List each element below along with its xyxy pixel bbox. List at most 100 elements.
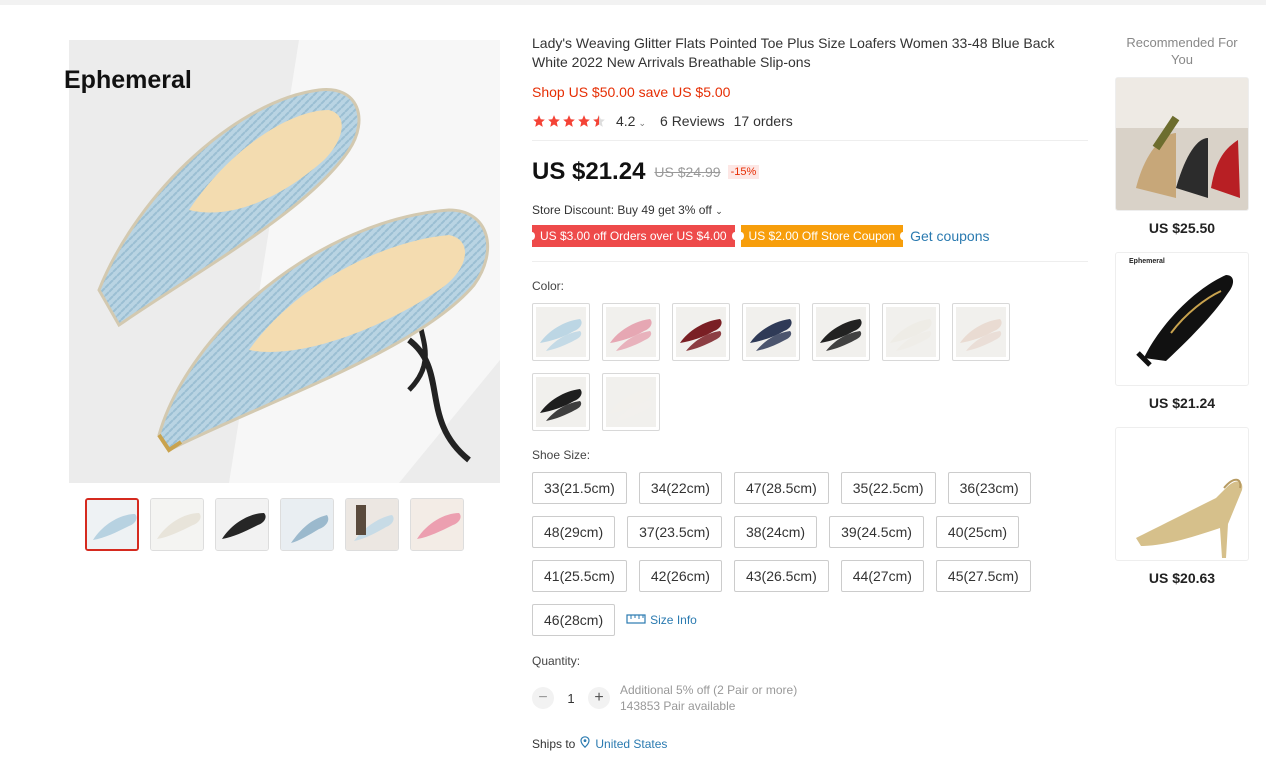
coupon-store[interactable]: US $2.00 Off Store Coupon	[737, 225, 906, 247]
thumbnail-5[interactable]	[345, 498, 399, 551]
rating-row: 4.2 ⌄ 6 Reviews 17 orders	[532, 112, 1088, 130]
star-icon	[562, 114, 576, 128]
color-swatch-image	[746, 307, 796, 357]
color-swatch-image	[886, 307, 936, 357]
size-option[interactable]: 39(24.5cm)	[829, 516, 924, 548]
thumbnail-4[interactable]	[280, 498, 334, 551]
size-option[interactable]: 38(24cm)	[733, 516, 818, 548]
bulk-discount-text: Additional 5% off (2 Pair or more)	[620, 683, 798, 697]
size-option[interactable]: 47(28.5cm)	[733, 472, 829, 504]
size-option[interactable]: 37(23.5cm)	[627, 516, 722, 548]
rating-number: 4.2	[616, 113, 636, 129]
size-option[interactable]: 40(25cm)	[935, 516, 1020, 548]
star-icon	[532, 114, 546, 128]
reviews-link[interactable]: 6 Reviews	[660, 113, 725, 129]
color-swatch[interactable]	[602, 373, 660, 431]
store-discount-text: Store Discount: Buy 49 get 3% off	[532, 203, 712, 217]
recommended-item-price: US $20.63	[1148, 570, 1216, 586]
color-swatch-image	[606, 377, 656, 427]
size-option[interactable]: 41(25.5cm)	[532, 560, 627, 592]
coupon-row: US $3.00 off Orders over US $4.00 US $2.…	[529, 225, 1088, 247]
color-swatch[interactable]	[742, 303, 800, 361]
color-swatch-image	[676, 307, 726, 357]
color-swatch[interactable]	[882, 303, 940, 361]
size-option[interactable]: 45(27.5cm)	[935, 560, 1031, 592]
decrease-quantity-button[interactable]: −	[532, 687, 554, 709]
size-option[interactable]: 48(29cm)	[532, 516, 616, 548]
size-options: 33(21.5cm) 34(22cm) 47(28.5cm) 35(22.5cm) 36…	[532, 472, 1052, 636]
size-option[interactable]: 46(28cm)	[532, 604, 616, 636]
original-price: US $24.99	[654, 164, 721, 180]
thumbnail-6[interactable]	[410, 498, 464, 551]
location-pin-icon	[580, 736, 590, 751]
thumbnail-1[interactable]	[85, 498, 139, 551]
recommended-item-price: US $25.50	[1148, 220, 1216, 236]
thumbnail-3[interactable]	[215, 498, 269, 551]
color-swatch[interactable]	[952, 303, 1010, 361]
color-swatch-image	[956, 307, 1006, 357]
size-option[interactable]: 34(22cm)	[638, 472, 722, 504]
size-label: Shoe Size:	[532, 448, 591, 462]
rating-stars	[532, 114, 606, 128]
recommended-item-image[interactable]: Ephemeral	[1115, 252, 1249, 386]
quantity-input[interactable]: 1	[554, 691, 588, 706]
quantity-note: Additional 5% off (2 Pair or more) 14385…	[620, 682, 797, 714]
rating-value[interactable]: 4.2 ⌄	[616, 113, 646, 129]
recommended-panel: Recommended For You US $25.50 Ephemeral …	[1114, 34, 1250, 586]
color-swatch[interactable]	[532, 373, 590, 431]
size-info-label: Size Info	[650, 613, 697, 627]
size-option[interactable]: 36(23cm)	[947, 472, 1031, 504]
current-price: US $21.24	[532, 158, 646, 185]
size-option[interactable]: 44(27cm)	[840, 560, 924, 592]
size-option[interactable]: 42(26cm)	[638, 560, 722, 592]
recommended-item-price: US $21.24	[1148, 395, 1216, 411]
availability-text: 143853 Pair available	[620, 699, 736, 713]
ships-to-label: Ships to	[532, 736, 576, 751]
ruler-icon	[626, 613, 646, 628]
shoe-illustration	[69, 40, 500, 483]
color-swatch-image	[606, 307, 656, 357]
product-info: Lady's Weaving Glitter Flats Pointed Toe…	[529, 34, 1088, 751]
size-option[interactable]: 35(22.5cm)	[840, 472, 936, 504]
get-coupons-link[interactable]: Get coupons	[910, 228, 989, 244]
shop-price-promo: Shop US $50.00 save US $5.00	[532, 84, 731, 100]
thumbnail-strip	[85, 498, 464, 551]
color-swatch[interactable]	[672, 303, 730, 361]
color-swatch[interactable]	[602, 303, 660, 361]
divider	[532, 261, 1088, 262]
color-swatch-image	[536, 307, 586, 357]
top-divider	[0, 0, 1266, 5]
color-swatch-image	[536, 377, 586, 427]
ships-to-country[interactable]: United States	[595, 737, 667, 751]
recommended-item[interactable]: US $20.63	[1114, 427, 1250, 586]
color-label: Color:	[532, 279, 565, 293]
size-option[interactable]: 33(21.5cm)	[532, 472, 627, 504]
quantity-label: Quantity:	[532, 654, 581, 668]
chevron-down-icon: ⌄	[715, 206, 723, 216]
half-star-icon	[592, 114, 606, 128]
discount-badge: -15%	[727, 165, 760, 179]
quantity-stepper: − 1 + Additional 5% off (2 Pair or more)…	[532, 682, 1088, 714]
main-product-image[interactable]	[69, 40, 500, 483]
star-icon	[547, 114, 561, 128]
color-swatch[interactable]	[532, 303, 590, 361]
star-icon	[577, 114, 591, 128]
brand-logo-text: Ephemeral	[64, 66, 192, 94]
size-info-link[interactable]: Size Info	[626, 613, 697, 628]
recommended-item-image[interactable]	[1115, 427, 1249, 561]
color-swatch[interactable]	[812, 303, 870, 361]
size-option[interactable]: 43(26.5cm)	[733, 560, 829, 592]
chevron-down-icon: ⌄	[638, 118, 647, 128]
thumbnail-2[interactable]	[150, 498, 204, 551]
increase-quantity-button[interactable]: +	[588, 687, 610, 709]
recommended-item[interactable]: US $25.50	[1114, 77, 1250, 236]
recommended-item[interactable]: Ephemeral US $21.24	[1114, 252, 1250, 411]
store-discount[interactable]: Store Discount: Buy 49 get 3% off ⌄	[532, 203, 1088, 217]
price-row: US $21.24 US $24.99 -15%	[532, 158, 1088, 186]
ships-to-row: Ships to United States	[532, 736, 1088, 751]
coupon-orders[interactable]: US $3.00 off Orders over US $4.00	[529, 225, 738, 247]
color-swatch-image	[816, 307, 866, 357]
product-title: Lady's Weaving Glitter Flats Pointed Toe…	[532, 35, 1055, 70]
recommended-item-image[interactable]	[1115, 77, 1249, 211]
divider	[532, 140, 1088, 141]
